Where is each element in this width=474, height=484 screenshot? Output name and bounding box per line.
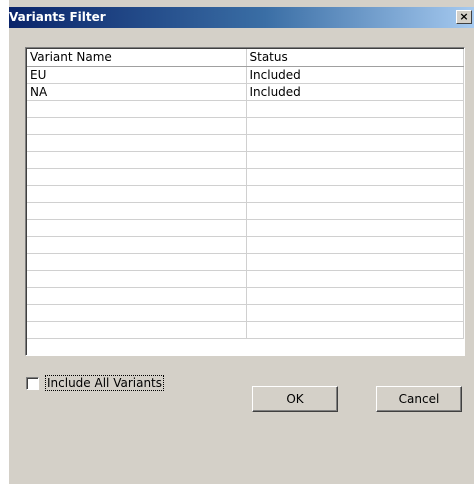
status-cell[interactable]	[246, 304, 464, 322]
variant-name-cell[interactable]: EU	[27, 66, 247, 84]
variant-name-cell[interactable]	[27, 304, 247, 322]
variant-name-cell[interactable]	[27, 168, 247, 186]
status-cell[interactable]	[246, 321, 464, 339]
status-cell[interactable]	[246, 202, 464, 220]
table-row[interactable]	[27, 134, 464, 152]
status-cell[interactable]	[246, 253, 464, 271]
variant-name-cell[interactable]	[27, 134, 247, 152]
variant-name-cell[interactable]	[27, 321, 247, 339]
status-cell[interactable]	[246, 236, 464, 254]
status-cell[interactable]: Included	[246, 83, 464, 101]
status-cell[interactable]	[246, 134, 464, 152]
variant-name-cell[interactable]: NA	[27, 83, 247, 101]
variant-name-cell[interactable]	[27, 287, 247, 305]
table-row[interactable]	[27, 253, 464, 271]
variant-name-cell[interactable]	[27, 185, 247, 203]
status-cell[interactable]	[246, 151, 464, 169]
grid-body: EU Included NA Included	[27, 66, 464, 339]
close-button[interactable]: ×	[456, 10, 472, 24]
table-row[interactable]: NA Included	[27, 83, 464, 101]
ok-button[interactable]: OK	[252, 386, 338, 412]
status-cell[interactable]	[246, 219, 464, 237]
table-row[interactable]	[27, 219, 464, 237]
variant-name-cell[interactable]	[27, 117, 247, 135]
table-row[interactable]	[27, 168, 464, 186]
include-all-variants-checkbox[interactable]	[26, 377, 39, 390]
variant-name-cell[interactable]	[27, 202, 247, 220]
table-row[interactable]	[27, 287, 464, 305]
table-row[interactable]: EU Included	[27, 66, 464, 84]
grid-header-row: Variant Name Status	[27, 49, 464, 67]
table-row[interactable]	[27, 236, 464, 254]
variants-filter-dialog: Variants Filter × Variant Name Status EU…	[9, 0, 474, 484]
status-cell[interactable]	[246, 287, 464, 305]
variant-name-cell[interactable]	[27, 253, 247, 271]
table-row[interactable]	[27, 117, 464, 135]
table-row[interactable]	[27, 304, 464, 322]
column-header-variant-name[interactable]: Variant Name	[27, 49, 247, 67]
status-cell[interactable]	[246, 168, 464, 186]
table-row[interactable]	[27, 185, 464, 203]
cancel-button[interactable]: Cancel	[376, 386, 462, 412]
status-cell[interactable]	[246, 100, 464, 118]
variants-table: Variant Name Status EU Included NA Included	[27, 49, 464, 339]
variant-name-cell[interactable]	[27, 151, 247, 169]
status-cell[interactable]: Included	[246, 66, 464, 84]
column-header-status[interactable]: Status	[246, 49, 464, 67]
status-cell[interactable]	[246, 270, 464, 288]
close-icon: ×	[459, 10, 469, 23]
table-row[interactable]	[27, 202, 464, 220]
table-row[interactable]	[27, 270, 464, 288]
window-title: Variants Filter	[9, 10, 106, 24]
variant-name-cell[interactable]	[27, 219, 247, 237]
variant-name-cell[interactable]	[27, 236, 247, 254]
variant-name-cell[interactable]	[27, 270, 247, 288]
table-row[interactable]	[27, 151, 464, 169]
status-cell[interactable]	[246, 117, 464, 135]
status-cell[interactable]	[246, 185, 464, 203]
table-row[interactable]	[27, 100, 464, 118]
variant-name-cell[interactable]	[27, 100, 247, 118]
include-all-variants-label[interactable]: Include All Variants	[44, 375, 165, 391]
title-bar[interactable]: Variants Filter ×	[9, 7, 474, 28]
table-row[interactable]	[27, 321, 464, 339]
variants-grid: Variant Name Status EU Included NA Included	[25, 47, 465, 356]
